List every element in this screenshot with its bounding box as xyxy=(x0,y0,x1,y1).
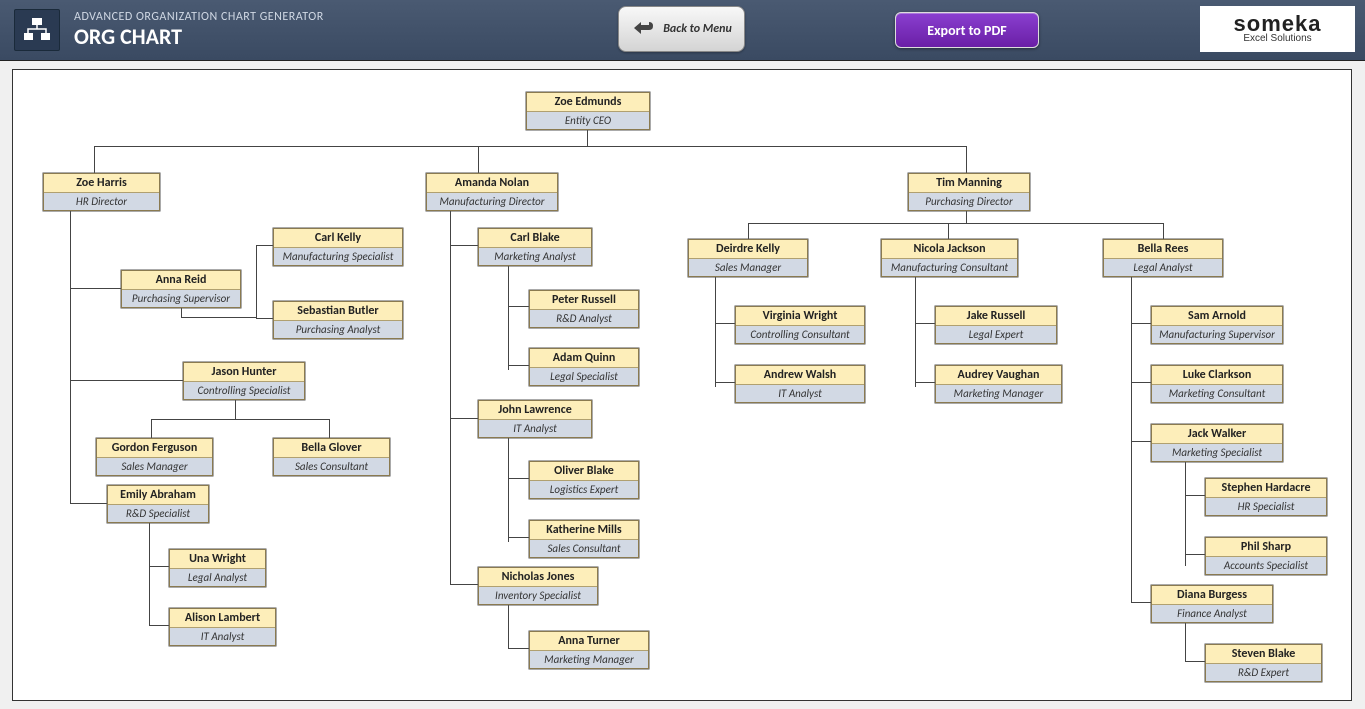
org-node: Gordon Ferguson Sales Manager xyxy=(96,438,213,476)
org-node: Sam Arnold Manufacturing Supervisor xyxy=(1151,306,1283,344)
org-node: Una Wright Legal Analyst xyxy=(169,549,266,587)
org-node: Diana Burgess Finance Analyst xyxy=(1151,585,1273,623)
org-node-ceo: Zoe Edmunds Entity CEO xyxy=(526,92,650,130)
brand-tagline: Excel Solutions xyxy=(1243,33,1311,44)
org-node: Audrey Vaughan Marketing Manager xyxy=(935,365,1062,403)
org-node: Phil Sharp Accounts Specialist xyxy=(1205,537,1327,575)
back-to-menu-button[interactable]: Back to Menu xyxy=(618,6,745,52)
org-chart-canvas: Zoe Edmunds Entity CEO Zoe Harris HR Dir… xyxy=(12,69,1352,701)
org-node: Bella Rees Legal Analyst xyxy=(1103,239,1223,277)
org-node: Tim Manning Purchasing Director xyxy=(908,173,1030,211)
org-node: Amanda Nolan Manufacturing Director xyxy=(426,173,558,211)
org-node: Jake Russell Legal Expert xyxy=(935,306,1057,344)
node-role: Entity CEO xyxy=(527,112,649,129)
brand-name: someka xyxy=(1234,14,1322,34)
org-node: Anna Reid Purchasing Supervisor xyxy=(121,270,241,308)
org-node: Sebastian Butler Purchasing Analyst xyxy=(273,301,403,339)
org-node: Bella Glover Sales Consultant xyxy=(273,438,390,476)
org-node: Stephen Hardacre HR Specialist xyxy=(1205,478,1327,516)
org-node: Carl Blake Marketing Analyst xyxy=(478,228,592,266)
org-node: Carl Kelly Manufacturing Specialist xyxy=(273,228,403,266)
node-name: Zoe Edmunds xyxy=(527,93,649,112)
org-node: Andrew Walsh IT Analyst xyxy=(735,365,865,403)
brand-logo: someka Excel Solutions xyxy=(1200,6,1355,52)
org-node: Adam Quinn Legal Specialist xyxy=(529,348,639,386)
org-node: Steven Blake R&D Expert xyxy=(1205,644,1322,682)
org-node: Nicola Jackson Manufacturing Consultant xyxy=(881,239,1018,277)
org-node: Nicholas Jones Inventory Specialist xyxy=(478,567,598,605)
org-node: Virginia Wright Controlling Consultant xyxy=(735,306,865,344)
org-node: Zoe Harris HR Director xyxy=(43,173,160,211)
export-button-label: Export to PDF xyxy=(927,22,1006,39)
header-titles: ADVANCED ORGANIZATION CHART GENERATOR OR… xyxy=(74,11,324,48)
org-node: Peter Russell R&D Analyst xyxy=(529,290,639,328)
org-node: John Lawrence IT Analyst xyxy=(478,400,592,438)
org-node: Katherine Mills Sales Consultant xyxy=(529,520,639,558)
back-button-label: Back to Menu xyxy=(663,23,732,36)
org-node: Alison Lambert IT Analyst xyxy=(169,608,276,646)
header-title: ORG CHART xyxy=(74,25,324,49)
org-node: Luke Clarkson Marketing Consultant xyxy=(1151,365,1283,403)
org-node: Jack Walker Marketing Specialist xyxy=(1151,424,1283,462)
export-pdf-button[interactable]: Export to PDF xyxy=(895,12,1039,48)
org-node: Oliver Blake Logistics Expert xyxy=(529,461,639,499)
org-node: Deirdre Kelly Sales Manager xyxy=(688,239,808,277)
org-node: Anna Turner Marketing Manager xyxy=(529,631,649,669)
back-arrow-icon xyxy=(631,18,657,40)
org-node: Jason Hunter Controlling Specialist xyxy=(183,362,305,400)
app-logo-icon xyxy=(14,9,60,51)
org-node: Emily Abraham R&D Specialist xyxy=(107,485,209,523)
app-header: ADVANCED ORGANIZATION CHART GENERATOR OR… xyxy=(0,0,1365,61)
